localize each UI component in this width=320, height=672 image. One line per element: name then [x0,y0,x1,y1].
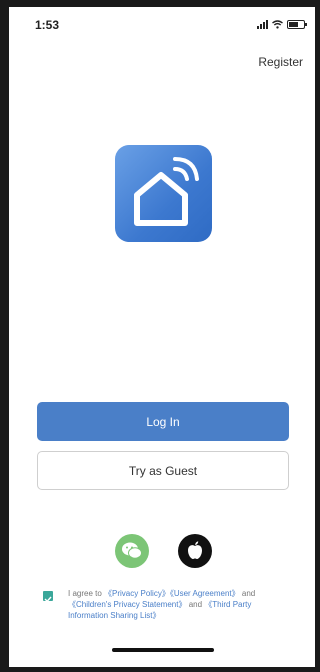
try-as-guest-button[interactable]: Try as Guest [37,451,289,490]
device-frame: 1:53 Register Log In Try as Guest I agre… [0,0,320,672]
home-indicator[interactable] [112,648,214,652]
wechat-icon [122,542,142,559]
battery-icon [287,19,307,29]
apple-icon [188,541,202,559]
app-logo [115,145,212,242]
childrens-privacy-link[interactable]: 《Children's Privacy Statement》 [68,600,186,609]
cellular-signal-icon [257,19,268,29]
agreement-and-2: and [186,600,205,609]
checkmark-icon [44,596,52,603]
agreement-prefix: I agree to [68,589,105,598]
app-screen: 1:53 Register Log In Try as Guest I agre… [9,7,315,667]
wechat-login-button[interactable] [115,534,149,568]
apple-login-button[interactable] [178,534,212,568]
status-time: 1:53 [35,18,60,32]
user-agreement-link[interactable]: 《User Agreement》 [170,589,240,598]
smart-home-icon [134,157,199,226]
agreement-and-1: and [239,589,256,598]
status-icons [257,18,307,30]
privacy-policy-link[interactable]: 《Privacy Policy》 [104,589,170,598]
wifi-icon [272,19,283,29]
agreement-text: I agree to 《Privacy Policy》《User Agreeme… [68,588,268,621]
agreement-checkbox[interactable] [43,591,53,603]
register-link[interactable]: Register [258,55,303,69]
login-button[interactable]: Log In [37,402,289,441]
